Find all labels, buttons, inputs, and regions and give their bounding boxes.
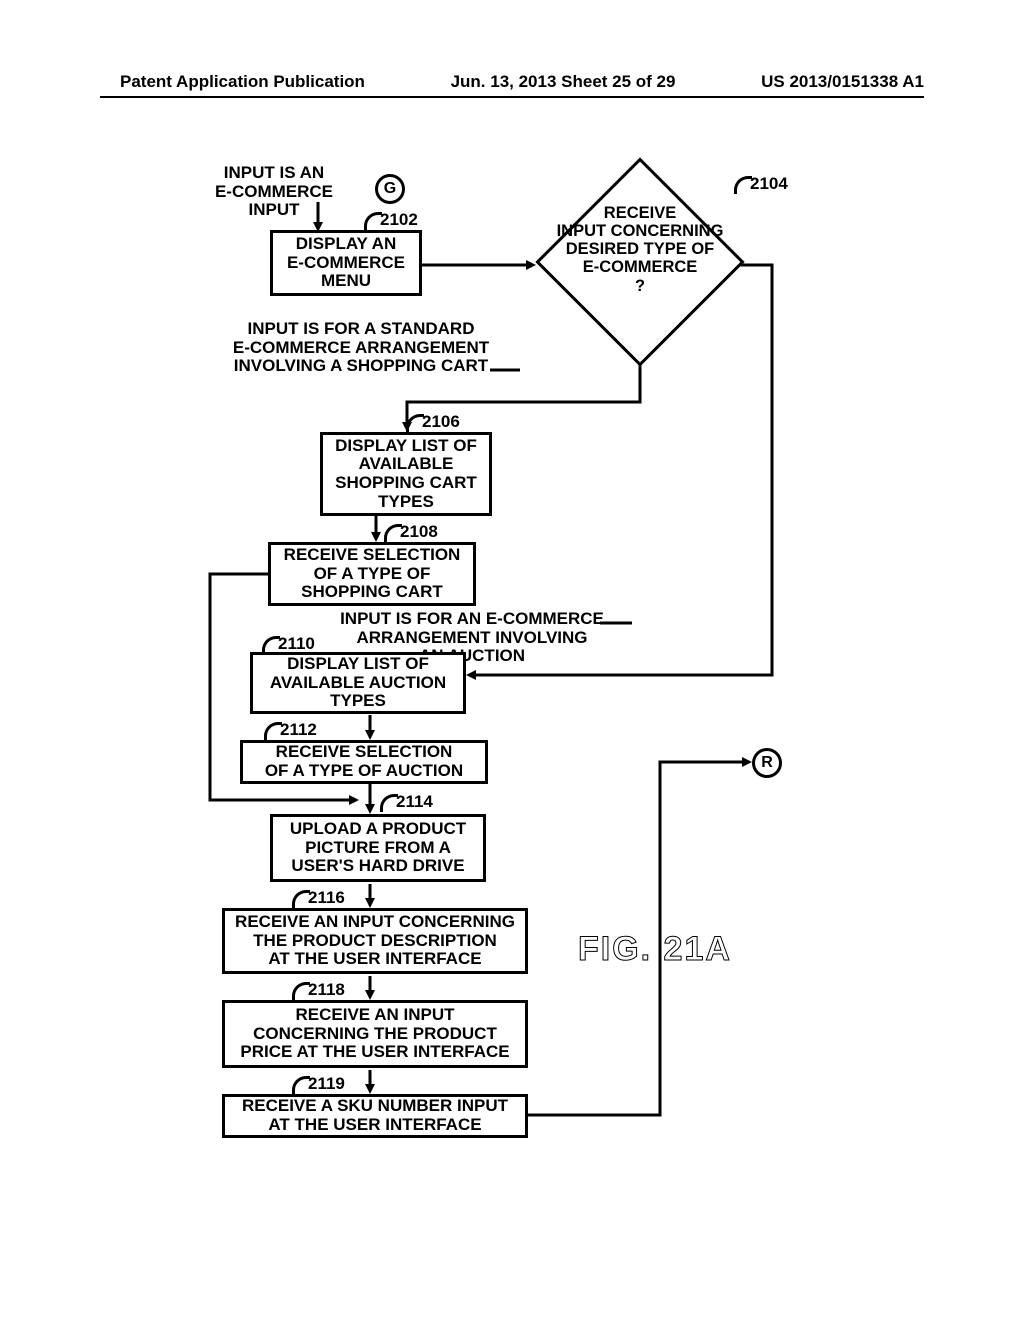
box-2114: UPLOAD A PRODUCT PICTURE FROM A USER'S H… [270,814,486,882]
box-2102: DISPLAY AN E-COMMERCE MENU [270,230,422,296]
ref-2116: 2116 [308,888,345,908]
header-center: Jun. 13, 2013 Sheet 25 of 29 [451,72,676,92]
hook-2110 [262,636,280,654]
hook-2118 [292,982,310,1000]
hook-2106 [406,414,424,432]
connector-g: G [375,174,405,204]
header-left: Patent Application Publication [120,72,365,92]
hook-2104 [734,176,752,194]
decision-2104: RECEIVE INPUT CONCERNING DESIRED TYPE OF… [535,182,745,342]
ref-2118: 2118 [308,980,345,1000]
ref-2112: 2112 [280,720,317,740]
box-2119: RECEIVE A SKU NUMBER INPUT AT THE USER I… [222,1094,528,1138]
ref-2114: 2114 [396,792,433,812]
box-2108: RECEIVE SELECTION OF A TYPE OF SHOPPING … [268,542,476,606]
hook-2108 [384,524,402,542]
box-2112: RECEIVE SELECTION OF A TYPE OF AUCTION [240,740,488,784]
ref-2119: 2119 [308,1074,345,1094]
connector-r: R [752,748,782,778]
connector-r-label: R [761,754,773,772]
figure-label: FIG. 21A [578,930,732,969]
page: Patent Application Publication Jun. 13, … [0,0,1024,1320]
hook-2112 [264,722,282,740]
diamond-text: RECEIVE INPUT CONCERNING DESIRED TYPE OF… [535,204,745,295]
ref-2106: 2106 [422,412,460,432]
box-2116: RECEIVE AN INPUT CONCERNING THE PRODUCT … [222,908,528,974]
box-2106: DISPLAY LIST OF AVAILABLE SHOPPING CART … [320,432,492,516]
box-2110: DISPLAY LIST OF AVAILABLE AUCTION TYPES [250,652,466,714]
ref-2102: 2102 [380,210,418,230]
flowchart: G INPUT IS AN E-COMMERCE INPUT DISPLAY A… [100,170,924,1240]
connector-g-label: G [384,180,396,198]
header-right: US 2013/0151338 A1 [761,72,924,92]
label-input-ecommerce: INPUT IS AN E-COMMERCE INPUT [204,164,344,220]
hook-2116 [292,890,310,908]
page-header: Patent Application Publication Jun. 13, … [0,72,1024,92]
hook-2114 [380,794,398,812]
hook-2119 [292,1076,310,1094]
box-2118: RECEIVE AN INPUT CONCERNING THE PRODUCT … [222,1000,528,1068]
ref-2110: 2110 [278,634,315,654]
ref-2108: 2108 [400,522,438,542]
ref-2104: 2104 [750,174,788,194]
label-input-standard: INPUT IS FOR A STANDARD E-COMMERCE ARRAN… [216,320,506,376]
hook-2102 [364,212,382,230]
header-rule [100,96,924,98]
